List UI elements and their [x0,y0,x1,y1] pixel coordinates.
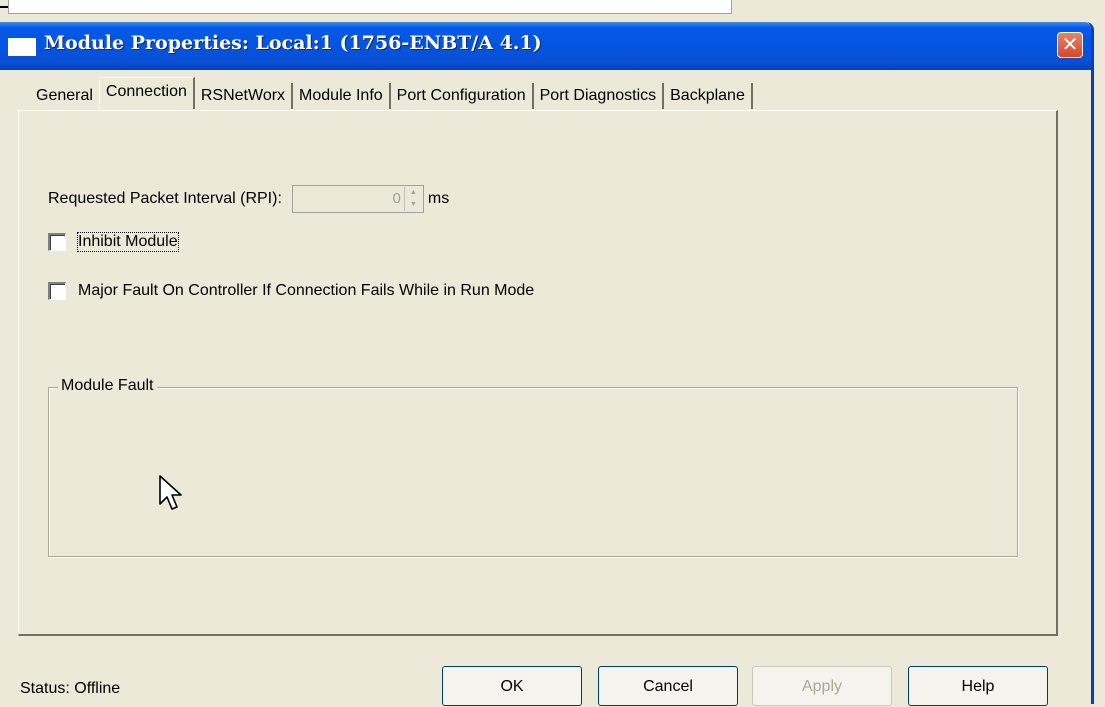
dialog-title: Module Properties: Local:1 (1756-ENBT/A … [44,32,542,54]
close-button[interactable]: ✕ [1057,32,1083,58]
major-fault-checkbox[interactable] [48,282,66,300]
ok-button[interactable]: OK [442,666,582,706]
background-field [8,0,732,14]
major-fault-row[interactable]: Major Fault On Controller If Connection … [48,279,534,303]
rpi-spinner[interactable]: ▲ ▼ [403,187,422,211]
mouse-pointer-icon [159,475,182,510]
status-text: Status: Offline [20,680,121,697]
tab-connection[interactable]: Connection [98,77,195,109]
rpi-input[interactable]: 0 ▲ ▼ [291,185,424,213]
rpi-value: 0 [392,190,401,207]
major-fault-label[interactable]: Major Fault On Controller If Connection … [78,282,534,300]
apply-button[interactable]: Apply [752,666,892,706]
cancel-button[interactable]: Cancel [598,666,738,706]
window-icon [8,38,36,56]
tab-port-configuration[interactable]: Port Configuration [391,83,534,109]
tab-module-info[interactable]: Module Info [293,83,391,109]
tab-backplane[interactable]: Backplane [664,83,753,109]
rpi-label: Requested Packet Interval (RPI): [48,190,282,207]
inhibit-module-row[interactable]: Inhibit Module [48,230,179,254]
spin-down-icon[interactable]: ▼ [405,199,422,211]
title-bar[interactable]: Module Properties: Local:1 (1756-ENBT/A … [0,22,1091,70]
tab-rsnetworx[interactable]: RSNetWorx [195,83,294,109]
module-fault-groupbox [48,387,1018,557]
background-window-strip [0,0,1105,22]
help-button[interactable]: Help [908,666,1048,706]
tab-strip: General Connection RSNetWorx Module Info… [32,77,753,109]
inhibit-module-checkbox[interactable] [48,233,66,251]
tab-general[interactable]: General [32,83,99,109]
inhibit-module-label[interactable]: Inhibit Module [77,232,179,252]
module-fault-legend: Module Fault [58,377,157,395]
tab-port-diagnostics[interactable]: Port Diagnostics [534,83,665,109]
background-tick [0,6,8,8]
rpi-unit: ms [427,190,450,207]
rpi-row: Requested Packet Interval (RPI): 0 ▲ ▼ m… [48,184,449,214]
spin-up-icon[interactable]: ▲ [405,187,422,199]
